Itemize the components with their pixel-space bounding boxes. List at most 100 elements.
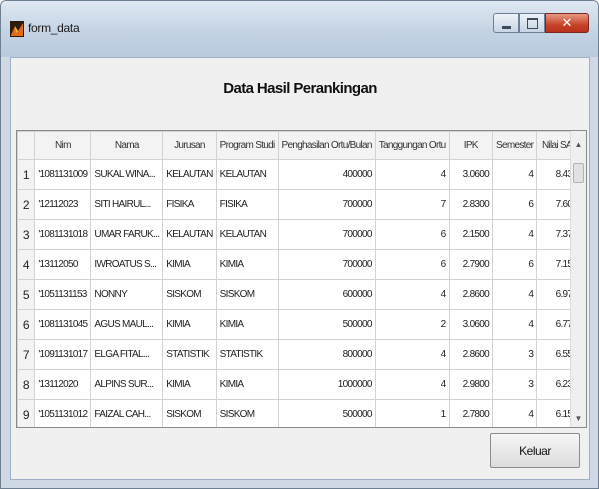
column-header[interactable]: Semester: [492, 131, 538, 160]
table-cell[interactable]: '1051131153: [34, 279, 92, 310]
table-cell[interactable]: NONNY: [90, 279, 164, 310]
table-row[interactable]: 2'12112023 SITI HAIRUL... FISIKA FISIKA 7000…: [17, 189, 586, 220]
table-cell[interactable]: 4: [374, 339, 450, 370]
table-cell[interactable]: KELAUTAN: [162, 159, 217, 190]
table-cell[interactable]: 7: [374, 189, 450, 220]
table-cell[interactable]: 400000: [277, 159, 376, 190]
table-cell[interactable]: FISIKA: [162, 189, 217, 220]
table-cell[interactable]: '1051131012: [34, 399, 92, 427]
column-header[interactable]: IPK: [448, 131, 494, 160]
row-number[interactable]: 1: [17, 159, 36, 190]
table-cell[interactable]: AGUS MAUL...: [90, 309, 164, 340]
table-row[interactable]: 3'1081131018 UMAR FARUK... KELAUTAN KELAUTA…: [17, 219, 586, 250]
table-row[interactable]: 7'1091131017 ELGA FITAL... STATISTIK STATIS…: [17, 339, 586, 370]
table-cell[interactable]: KIMIA: [215, 249, 279, 280]
table-cell[interactable]: 500000: [277, 399, 376, 427]
column-header[interactable]: Nim: [34, 131, 92, 160]
table-cell[interactable]: 2.1500: [448, 219, 494, 250]
ranking-table[interactable]: Nim Nama Jurusan Program Studi Penghasil…: [16, 130, 587, 428]
table-cell[interactable]: '1081131018: [34, 219, 92, 250]
scroll-thumb[interactable]: [573, 163, 584, 183]
table-cell[interactable]: KIMIA: [162, 309, 217, 340]
table-cell[interactable]: KIMIA: [162, 249, 217, 280]
table-cell[interactable]: FAIZAL CAH...: [90, 399, 164, 427]
table-cell[interactable]: SISKOM: [215, 279, 279, 310]
row-number[interactable]: 6: [17, 309, 36, 340]
table-cell[interactable]: 4: [374, 159, 450, 190]
table-cell[interactable]: 700000: [277, 189, 376, 220]
scroll-up-icon[interactable]: ▲: [571, 137, 586, 153]
table-cell[interactable]: 4: [492, 219, 538, 250]
vertical-scrollbar[interactable]: ▲ ▼: [570, 131, 586, 427]
table-cell[interactable]: STATISTIK: [162, 339, 217, 370]
table-cell[interactable]: 800000: [277, 339, 376, 370]
table-cell[interactable]: UMAR FARUK...: [90, 219, 164, 250]
table-cell[interactable]: 1000000: [277, 369, 376, 400]
table-cell[interactable]: 4: [492, 309, 538, 340]
table-cell[interactable]: 3.0600: [448, 309, 494, 340]
table-cell[interactable]: 500000: [277, 309, 376, 340]
table-cell[interactable]: 700000: [277, 219, 376, 250]
table-cell[interactable]: 4: [374, 279, 450, 310]
table-cell[interactable]: '1081131009: [34, 159, 92, 190]
scroll-down-icon[interactable]: ▼: [571, 411, 586, 427]
table-cell[interactable]: 2.7900: [448, 249, 494, 280]
table-cell[interactable]: 3.0600: [448, 159, 494, 190]
table-cell[interactable]: 2.9800: [448, 369, 494, 400]
table-cell[interactable]: STATISTIK: [215, 339, 279, 370]
table-cell[interactable]: '1081131045: [34, 309, 92, 340]
table-cell[interactable]: SITI HAIRUL...: [90, 189, 164, 220]
table-cell[interactable]: FISIKA: [215, 189, 279, 220]
table-cell[interactable]: IWROATUS S...: [90, 249, 164, 280]
table-cell[interactable]: SISKOM: [162, 279, 217, 310]
table-row[interactable]: 5'1051131153 NONNY SISKOM SISKOM 600000 4 2.86…: [17, 279, 586, 310]
column-header[interactable]: Penghasilan Ortu/Bulan: [277, 131, 376, 160]
table-cell[interactable]: KELAUTAN: [215, 219, 279, 250]
table-cell[interactable]: 4: [492, 399, 538, 427]
row-number[interactable]: 8: [17, 369, 36, 400]
column-header[interactable]: Nama: [90, 131, 164, 160]
table-cell[interactable]: ALPINS SUR...: [90, 369, 164, 400]
row-number[interactable]: 7: [17, 339, 36, 370]
table-cell[interactable]: KIMIA: [215, 309, 279, 340]
table-cell[interactable]: KIMIA: [162, 369, 217, 400]
row-number[interactable]: 4: [17, 249, 36, 280]
table-cell[interactable]: 4: [492, 159, 538, 190]
table-cell[interactable]: 3: [492, 339, 538, 370]
keluar-button[interactable]: Keluar: [490, 433, 580, 468]
table-cell[interactable]: 2: [374, 309, 450, 340]
maximize-button[interactable]: [519, 13, 545, 33]
column-header[interactable]: Jurusan: [162, 131, 217, 160]
table-cell[interactable]: KIMIA: [215, 369, 279, 400]
table-cell[interactable]: SISKOM: [215, 399, 279, 427]
table-cell[interactable]: 600000: [277, 279, 376, 310]
table-cell[interactable]: 2.8300: [448, 189, 494, 220]
minimize-button[interactable]: [493, 13, 519, 33]
table-cell[interactable]: 700000: [277, 249, 376, 280]
table-cell[interactable]: 4: [492, 279, 538, 310]
title-bar[interactable]: form_data ✕: [1, 1, 598, 57]
table-cell[interactable]: 2.7800: [448, 399, 494, 427]
row-number[interactable]: 9: [17, 399, 36, 427]
table-cell[interactable]: 3: [492, 369, 538, 400]
table-cell[interactable]: 6: [374, 249, 450, 280]
column-header[interactable]: Program Studi: [215, 131, 279, 160]
table-cell[interactable]: SISKOM: [162, 399, 217, 427]
table-row[interactable]: 8'13112020 ALPINS SUR... KIMIA KIMIA 1000000…: [17, 369, 586, 400]
table-cell[interactable]: 2.8600: [448, 339, 494, 370]
row-number[interactable]: 5: [17, 279, 36, 310]
table-row[interactable]: 9'1051131012 FAIZAL CAH... SISKOM SISKOM 500…: [17, 399, 586, 427]
table-row[interactable]: 1'1081131009 SUKAL WINA... KELAUTAN KELAUTA…: [17, 159, 586, 190]
table-cell[interactable]: ELGA FITAL...: [90, 339, 164, 370]
table-cell[interactable]: '1091131017: [34, 339, 92, 370]
column-header[interactable]: Tanggungan Ortu: [374, 131, 450, 160]
table-cell[interactable]: 6: [492, 249, 538, 280]
table-cell[interactable]: 4: [374, 369, 450, 400]
table-cell[interactable]: 6: [492, 189, 538, 220]
table-cell[interactable]: 6: [374, 219, 450, 250]
table-cell[interactable]: '13112020: [34, 369, 92, 400]
row-number[interactable]: 2: [17, 189, 36, 220]
row-number[interactable]: 3: [17, 219, 36, 250]
table-cell[interactable]: 1: [374, 399, 450, 427]
table-cell[interactable]: '13112050: [34, 249, 92, 280]
